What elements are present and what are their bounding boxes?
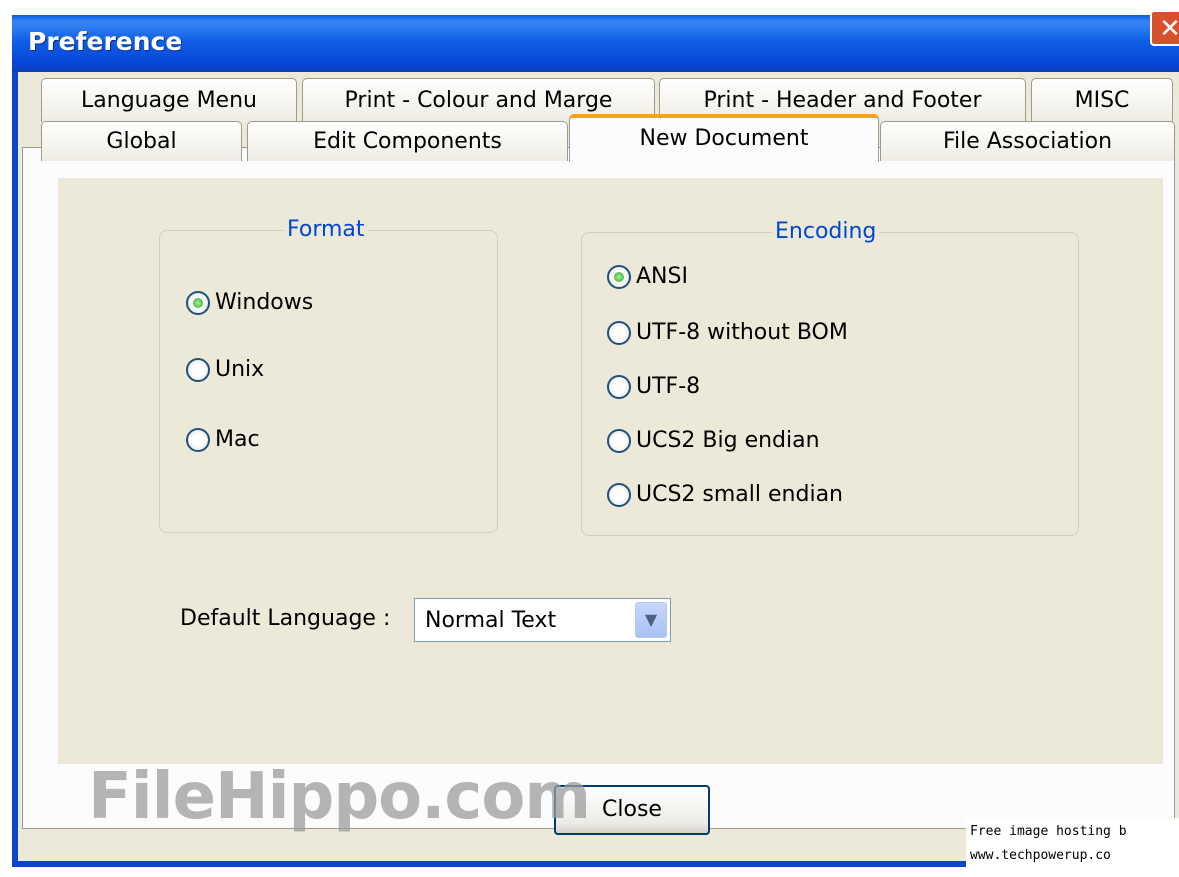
encoding-radio-ucs2-big-endian[interactable]: UCS2 Big endian xyxy=(607,428,820,453)
hosting-note-line1: Free image hosting b xyxy=(970,824,1127,839)
encoding-option-label: UTF-8 without BOM xyxy=(636,320,848,345)
radio-unchecked-icon xyxy=(186,357,210,382)
radio-checked-icon xyxy=(186,290,210,315)
hosting-note-line2: www.techpowerup.co xyxy=(970,848,1111,863)
encoding-radio-ansi[interactable]: ANSI xyxy=(607,264,688,289)
image-hosting-note: Free image hosting b www.techpowerup.co xyxy=(966,818,1179,877)
close-window-button[interactable]: ✕ xyxy=(1150,10,1179,46)
filehippo-watermark: FileHippo.com xyxy=(88,760,591,834)
encoding-option-label: UCS2 small endian xyxy=(636,482,843,507)
default-language-label: Default Language : xyxy=(180,606,391,631)
close-icon: ✕ xyxy=(1159,14,1179,44)
tab-new-document[interactable]: New Document xyxy=(569,114,879,162)
radio-unchecked-icon xyxy=(607,320,631,345)
radio-unchecked-icon xyxy=(607,374,631,399)
tab-misc[interactable]: MISC xyxy=(1031,78,1173,122)
tab-edit-components[interactable]: Edit Components xyxy=(247,121,568,161)
format-group-title: Format xyxy=(284,217,368,242)
tab-language-menu[interactable]: Language Menu xyxy=(41,78,297,122)
format-option-label: Windows xyxy=(215,290,314,315)
radio-unchecked-icon xyxy=(607,482,631,507)
new-document-page: Format Windows Unix Mac Encoding ANSI UT… xyxy=(58,178,1163,764)
format-radio-unix[interactable]: Unix xyxy=(186,357,264,382)
encoding-option-label: ANSI xyxy=(636,264,688,289)
format-option-label: Unix xyxy=(215,357,265,382)
window-title: Preference xyxy=(28,27,183,56)
format-option-label: Mac xyxy=(215,427,260,452)
default-language-select[interactable]: Normal Text ▼ xyxy=(414,598,671,642)
format-radio-windows[interactable]: Windows xyxy=(186,290,313,315)
default-language-value: Normal Text xyxy=(425,608,557,633)
radio-unchecked-icon xyxy=(186,427,210,452)
radio-checked-icon xyxy=(607,264,631,289)
encoding-option-label: UTF-8 xyxy=(636,374,701,399)
tab-global[interactable]: Global xyxy=(41,121,242,161)
encoding-option-label: UCS2 Big endian xyxy=(636,428,820,453)
encoding-group-title: Encoding xyxy=(772,219,880,244)
encoding-radio-utf8-without-bom[interactable]: UTF-8 without BOM xyxy=(607,320,848,345)
encoding-radio-utf8[interactable]: UTF-8 xyxy=(607,374,700,399)
format-radio-mac[interactable]: Mac xyxy=(186,427,260,452)
radio-unchecked-icon xyxy=(607,428,631,453)
chevron-down-icon[interactable]: ▼ xyxy=(635,602,667,638)
tab-file-association[interactable]: File Association xyxy=(880,121,1175,161)
encoding-radio-ucs2-small-endian[interactable]: UCS2 small endian xyxy=(607,482,843,507)
title-bar[interactable]: Preference xyxy=(12,15,1179,72)
